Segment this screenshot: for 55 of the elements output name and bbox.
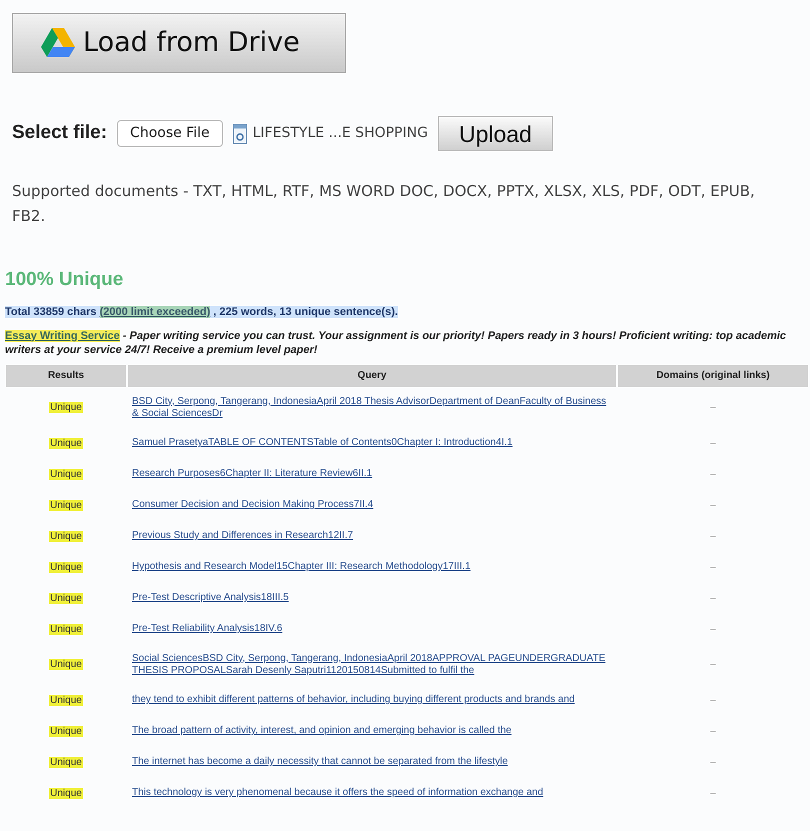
domain-cell: –	[710, 402, 716, 413]
uniqueness-title: 100% Unique	[5, 268, 124, 292]
essay-service-ad: Essay Writing Service - Paper writing service you can trust. Your assignment is our priority! Papers ready in 3 hours! Proficient writing: top academic writers at your service 24/7! Receive a premium level paper!	[5, 328, 788, 356]
domain-cell: –	[710, 438, 716, 448]
domain-cell: –	[710, 530, 716, 542]
domain-cell: –	[710, 592, 716, 604]
query-link[interactable]: Samuel PrasetyaTABLE OF CONTENTSTable of Contents0Chapter I: Introduction4I.1	[132, 437, 612, 449]
unique-badge: Unique	[49, 530, 83, 542]
supported-documents-note: Supported documents - TXT, HTML, RTF, MS WORD DOC, DOCX, PPTX, XLSX, XLS, PDF, ODT, EPUB, FB2.	[11, 181, 756, 227]
unique-badge: Unique	[49, 624, 83, 634]
upload-button[interactable]: Upload	[438, 116, 553, 151]
query-link[interactable]: The broad pattern of activity, interest, and opinion and emerging behavior is called the	[132, 725, 612, 737]
domain-cell: –	[710, 756, 716, 768]
unique-badge: Unique	[49, 468, 83, 480]
unique-badge: Unique	[49, 659, 83, 670]
query-link[interactable]: The internet has become a daily necessity that cannot be separated from the lifestyle	[132, 756, 612, 768]
query-link[interactable]: Pre-Test Descriptive Analysis18III.5	[132, 592, 612, 604]
unique-badge: Unique	[49, 756, 83, 768]
domain-cell: –	[710, 726, 716, 736]
load-from-drive-button[interactable]: Load from Drive	[12, 13, 346, 73]
query-link[interactable]: Consumer Decision and Decision Making Process7II.4	[132, 499, 612, 511]
column-header: Query	[128, 364, 616, 386]
unique-badge: Unique	[49, 788, 83, 798]
domain-cell: –	[710, 694, 716, 706]
query-link[interactable]: Research Purposes6Chapter II: Literature Review6II.1	[132, 468, 612, 480]
domain-cell: –	[710, 624, 716, 634]
document-icon	[232, 124, 247, 144]
query-link[interactable]: Pre-Test Reliability Analysis18IV.6	[132, 623, 612, 635]
domain-cell: –	[710, 562, 716, 572]
limit-exceeded-link[interactable]: (2000 limit exceeded)	[100, 306, 210, 318]
column-header: Domains (original links)	[618, 364, 808, 386]
unique-badge: Unique	[49, 562, 83, 572]
drive-logo-icon	[41, 28, 75, 58]
unique-badge: Unique	[49, 402, 83, 413]
query-link[interactable]: Social SciencesBSD City, Serpong, Tangerang, IndonesiaApril 2018APPROVAL PAGEUNDERGRADUATE THESIS PROPOSALSarah Desenly Saputri1120150814Submitted to fulfil the	[132, 652, 612, 676]
domain-cell: –	[710, 659, 716, 670]
unique-badge: Unique	[49, 726, 83, 736]
query-link[interactable]: This technology is very phenomenal because it offers the speed of information exchange and	[132, 787, 612, 799]
unique-badge: Unique	[49, 592, 83, 604]
column-header: Results	[6, 364, 126, 386]
query-link[interactable]: BSD City, Serpong, Tangerang, IndonesiaApril 2018 Thesis AdvisorDepartment of DeanFaculty of Business & Social SciencesDr	[132, 396, 612, 420]
query-link[interactable]: Previous Study and Differences in Research12II.7	[132, 530, 612, 542]
file-name: LIFESTYLE ...E SHOPPING	[252, 124, 428, 143]
unique-badge: Unique	[49, 694, 83, 706]
choose-file-button[interactable]: Choose File	[117, 120, 223, 147]
domain-cell: –	[710, 788, 716, 798]
select-file-label: Select file:	[12, 121, 108, 146]
domain-cell: –	[710, 468, 716, 480]
query-link[interactable]: they tend to exhibit different patterns of behavior, including buying different products and brands and	[132, 694, 612, 706]
query-link[interactable]: Hypothesis and Research Model15Chapter III: Research Methodology17III.1	[132, 561, 612, 573]
unique-badge: Unique	[49, 500, 83, 510]
stats-summary: Total 33859 chars (2000 limit exceeded) , 225 words, 13 unique sentence(s).	[5, 306, 398, 318]
domain-cell: –	[710, 500, 716, 510]
unique-badge: Unique	[49, 438, 83, 448]
essay-service-link[interactable]: Essay Writing Service	[5, 330, 120, 342]
